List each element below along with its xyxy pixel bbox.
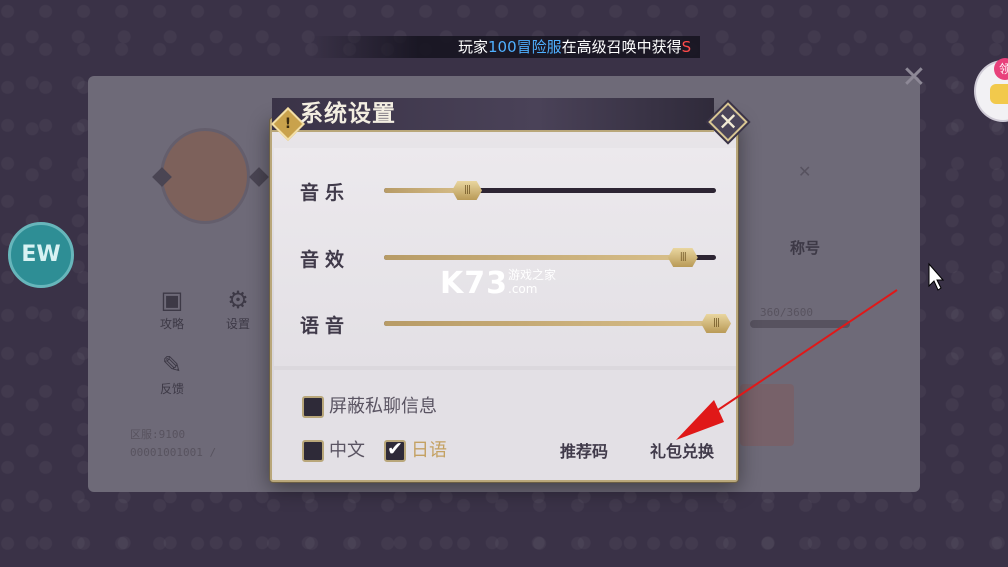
referral-code-button[interactable]: 推荐码 bbox=[560, 438, 608, 462]
close-icon: ✕ bbox=[717, 108, 739, 136]
gift-icon bbox=[990, 84, 1008, 104]
watermark-text: 游戏之家 .com bbox=[508, 268, 556, 296]
background-x-mark: ✕ bbox=[798, 162, 812, 181]
reward-float-button[interactable]: 领 bbox=[974, 58, 1008, 122]
server-info: 区服:9100 bbox=[130, 428, 186, 441]
music-label: 音乐 bbox=[300, 182, 351, 204]
voice-slider-fill bbox=[384, 321, 716, 326]
exp-bar bbox=[750, 320, 850, 328]
marquee-suffix: S bbox=[681, 38, 692, 56]
feedback-button-label: 反馈 bbox=[159, 382, 184, 396]
sfx-slider[interactable] bbox=[384, 248, 716, 267]
floating-menu-icon: EW bbox=[21, 242, 61, 267]
account-id: 00001001001 / bbox=[130, 446, 217, 459]
announcement-marquee: 玩家100冒险服在高级召唤中获得S bbox=[310, 36, 700, 58]
guide-button-label: 攻略 bbox=[159, 317, 184, 331]
close-button[interactable]: ✕ bbox=[708, 102, 748, 142]
checkbox-box[interactable] bbox=[384, 438, 406, 462]
marquee-prefix: 玩家 bbox=[458, 38, 489, 56]
block-private-chat-label: 屏蔽私聊信息 bbox=[329, 396, 437, 417]
background-close-icon[interactable]: ✕ bbox=[896, 60, 932, 96]
lang-chinese-label: 中文 bbox=[329, 440, 365, 461]
character-thumbnail[interactable] bbox=[740, 384, 794, 446]
voice-slider-handle[interactable] bbox=[701, 314, 731, 333]
mouse-cursor-icon bbox=[928, 262, 945, 291]
sfx-slider-fill bbox=[384, 255, 683, 260]
checkbox-box[interactable] bbox=[302, 396, 324, 418]
picture-icon: ▣ bbox=[160, 286, 184, 314]
gear-icon: ⚙ bbox=[227, 286, 249, 314]
guide-button[interactable]: ▣ 攻略 bbox=[142, 285, 202, 341]
title-label: 称号 bbox=[790, 239, 821, 257]
dialog-title: 系统设置 bbox=[300, 100, 396, 127]
watermark-line1: 游戏之家 bbox=[508, 268, 557, 282]
sfx-label: 音效 bbox=[300, 249, 351, 271]
volume-sliders: 音乐 音效 语音 bbox=[274, 148, 736, 366]
player-avatar bbox=[160, 128, 250, 224]
checkbox-box[interactable] bbox=[302, 440, 324, 462]
settings-button-label: 设置 bbox=[225, 317, 250, 331]
watermark-line2: .com bbox=[508, 282, 538, 296]
voice-slider[interactable] bbox=[384, 314, 731, 333]
gift-redeem-button[interactable]: 礼包兑换 bbox=[650, 438, 714, 462]
settings-button[interactable]: ⚙ 设置 bbox=[208, 285, 268, 341]
watermark-logo: K73 bbox=[440, 266, 508, 301]
feedback-button[interactable]: ✎ 反馈 bbox=[142, 350, 202, 406]
voice-slider-row: 语音 bbox=[274, 303, 736, 343]
marquee-player: 100冒险服 bbox=[488, 38, 562, 56]
voice-label: 语音 bbox=[300, 315, 351, 337]
exp-value: 360/3600 bbox=[760, 306, 813, 319]
music-slider-handle[interactable] bbox=[452, 181, 482, 200]
reward-badge: 领 bbox=[994, 58, 1008, 80]
marquee-middle: 在高级召唤中获得 bbox=[561, 38, 682, 56]
edit-icon: ✎ bbox=[161, 351, 183, 379]
floating-menu-button[interactable]: EW bbox=[8, 222, 74, 288]
music-slider[interactable] bbox=[384, 181, 716, 200]
options-area: 屏蔽私聊信息 中文 日语 推荐码 礼包兑换 bbox=[274, 370, 736, 480]
site-watermark: K73 游戏之家 .com bbox=[440, 266, 556, 301]
sfx-slider-handle[interactable] bbox=[667, 248, 698, 267]
music-slider-row: 音乐 bbox=[274, 170, 736, 210]
lang-japanese-label: 日语 bbox=[411, 440, 447, 461]
